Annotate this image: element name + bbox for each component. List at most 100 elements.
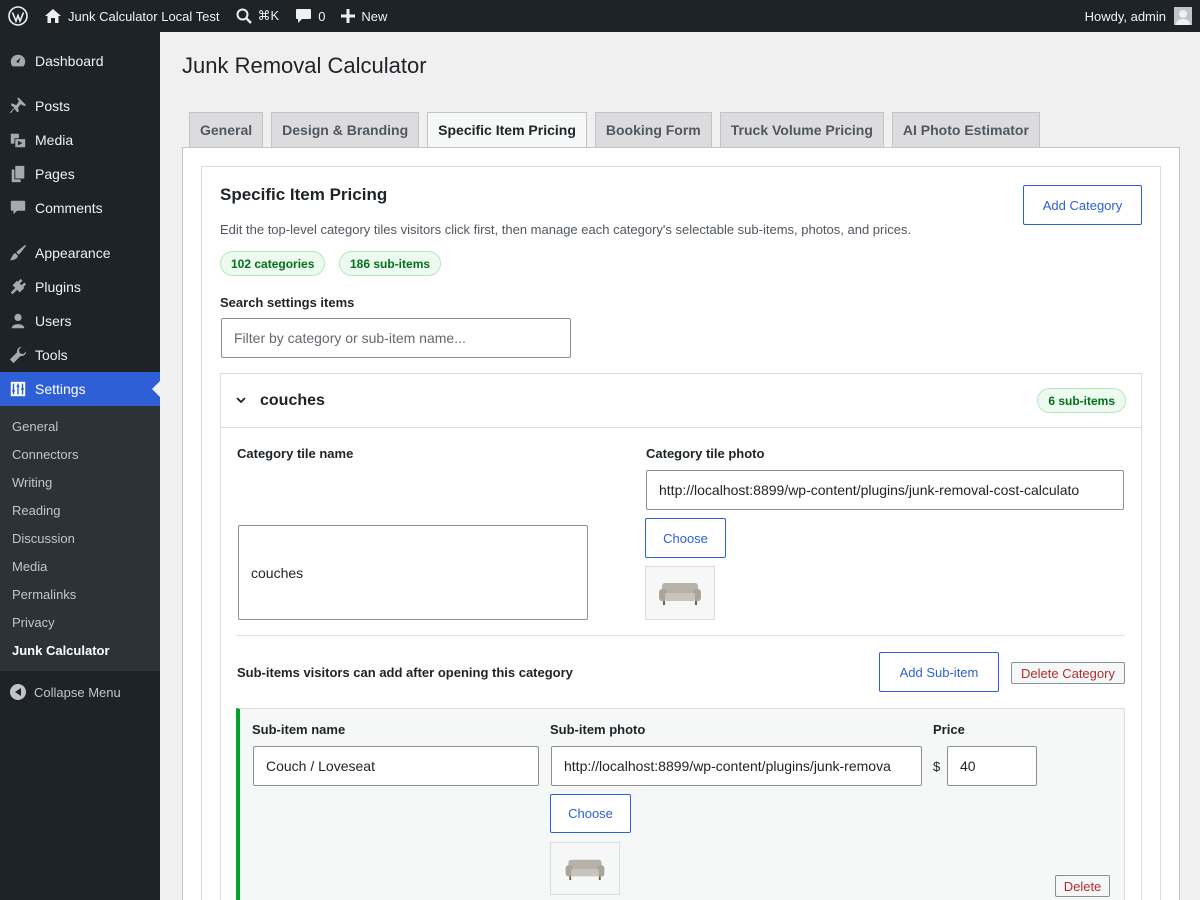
tab-panel: Specific Item Pricing Edit the top-level…	[182, 147, 1180, 900]
delete-category-button[interactable]: Delete Category	[1011, 662, 1125, 684]
add-subitem-button[interactable]: Add Sub-item	[879, 652, 999, 692]
page-title: Junk Removal Calculator	[182, 53, 427, 78]
add-category-button[interactable]: Add Category	[1023, 185, 1142, 225]
search-label: Search settings items	[220, 295, 355, 310]
divider	[236, 635, 1125, 636]
sidebar-item-label: Tools	[35, 347, 68, 363]
avatar	[1174, 7, 1192, 25]
submenu-item-writing[interactable]: Writing	[0, 469, 160, 497]
sidebar-item-dashboard[interactable]: Dashboard	[0, 44, 160, 78]
sidebar-item-appearance[interactable]: Appearance	[0, 236, 160, 270]
sidebar-item-posts[interactable]: Posts	[0, 89, 160, 123]
category-header[interactable]: couches 6 sub-items	[221, 374, 1141, 428]
sidebar-item-label: Posts	[35, 98, 71, 114]
couch-image	[565, 859, 605, 880]
tab-design-branding[interactable]: Design & Branding	[271, 112, 420, 148]
category-card: couches 6 sub-items Category tile name c…	[220, 373, 1142, 900]
comments-count: 0	[318, 8, 326, 24]
subitems-heading: Sub-items visitors can add after opening…	[237, 665, 573, 680]
sidebar-item-media[interactable]: Media	[0, 123, 160, 157]
settings-submenu: General Connectors Writing Reading Discu…	[0, 406, 160, 671]
subitem-name-input[interactable]: Couch / Loveseat	[253, 746, 539, 786]
sidebar-item-users[interactable]: Users	[0, 304, 160, 338]
comment-icon	[10, 200, 26, 215]
sidebar-item-label: Comments	[35, 200, 103, 216]
choose-tile-photo-button[interactable]: Choose	[645, 518, 726, 558]
collapse-menu-button[interactable]: Collapse Menu	[0, 675, 160, 709]
tile-name-label: Category tile name	[237, 446, 354, 461]
wrench-icon	[9, 346, 27, 364]
subitem-photo-label: Sub-item photo	[550, 722, 646, 737]
search-icon	[236, 8, 252, 24]
new-label: New	[361, 8, 388, 24]
tab-booking-form[interactable]: Booking Form	[594, 112, 712, 148]
plugin-icon	[10, 278, 27, 295]
submenu-item-privacy[interactable]: Privacy	[0, 609, 160, 637]
tab-ai-photo-estimator[interactable]: AI Photo Estimator	[891, 112, 1040, 148]
categories-count-badge: 102 categories	[220, 251, 326, 276]
site-name-link[interactable]: Junk Calculator Local Test	[36, 0, 228, 32]
price-label: Price	[933, 722, 965, 737]
chevron-down-icon[interactable]	[236, 395, 246, 405]
plus-icon	[341, 9, 356, 23]
category-subitems-badge: 6 sub-items	[1037, 388, 1126, 413]
sidebar-item-label: Settings	[35, 381, 86, 397]
sidebar-item-tools[interactable]: Tools	[0, 338, 160, 372]
price-input[interactable]: 40	[947, 746, 1037, 786]
admin-sidebar: Dashboard Posts Media Pages Comments App…	[0, 32, 160, 900]
sidebar-item-label: Plugins	[35, 279, 81, 295]
settings-tabs: General Design & Branding Specific Item …	[189, 112, 1040, 149]
main-content: Junk Removal Calculator General Design &…	[160, 32, 1200, 900]
tile-photo-label: Category tile photo	[646, 446, 765, 461]
submenu-item-junk-calculator[interactable]: Junk Calculator	[0, 637, 160, 665]
submenu-item-connectors[interactable]: Connectors	[0, 441, 160, 469]
submenu-item-general[interactable]: General	[0, 413, 160, 441]
subitem-photo-thumbnail	[550, 842, 620, 895]
sidebar-item-plugins[interactable]: Plugins	[0, 270, 160, 304]
submenu-item-reading[interactable]: Reading	[0, 497, 160, 525]
tile-name-input[interactable]: couches	[238, 525, 588, 620]
wordpress-logo-icon[interactable]	[0, 0, 36, 32]
sidebar-item-label: Pages	[35, 166, 75, 182]
tile-photo-thumbnail	[645, 566, 715, 620]
tile-photo-url-input[interactable]: http://localhost:8899/wp-content/plugins…	[646, 470, 1124, 510]
sidebar-item-pages[interactable]: Pages	[0, 157, 160, 191]
subitem-card: Sub-item name Couch / Loveseat Sub-item …	[236, 708, 1125, 900]
subitems-count-badge: 186 sub-items	[339, 251, 442, 276]
brush-icon	[9, 244, 27, 261]
admin-bar: Junk Calculator Local Test ⌘K 0 New Howd…	[0, 0, 1200, 32]
sidebar-item-settings[interactable]: Settings	[0, 372, 160, 406]
new-content-link[interactable]: New	[333, 0, 395, 32]
user-icon	[11, 313, 25, 329]
subitem-photo-url-input[interactable]: http://localhost:8899/wp-content/plugins…	[551, 746, 922, 786]
delete-subitem-button[interactable]: Delete	[1055, 875, 1110, 897]
comment-icon	[296, 9, 312, 23]
media-icon	[10, 133, 26, 148]
settings-icon	[10, 381, 26, 397]
submenu-item-permalinks[interactable]: Permalinks	[0, 581, 160, 609]
dashboard-icon	[10, 54, 26, 67]
section-title: Specific Item Pricing	[220, 185, 388, 204]
couch-image	[659, 583, 701, 605]
sidebar-item-label: Appearance	[35, 245, 111, 261]
specific-item-pricing-section: Specific Item Pricing Edit the top-level…	[201, 166, 1161, 900]
home-icon	[45, 9, 61, 23]
howdy-text: Howdy, admin	[1084, 8, 1166, 24]
tab-general[interactable]: General	[189, 112, 264, 148]
tab-truck-volume-pricing[interactable]: Truck Volume Pricing	[719, 112, 884, 148]
my-account-link[interactable]: Howdy, admin	[1077, 0, 1200, 32]
tab-specific-item-pricing[interactable]: Specific Item Pricing	[427, 112, 587, 149]
choose-subitem-photo-button[interactable]: Choose	[550, 794, 631, 833]
pages-icon	[11, 165, 25, 183]
submenu-item-media[interactable]: Media	[0, 553, 160, 581]
collapse-icon	[10, 684, 26, 700]
submenu-item-discussion[interactable]: Discussion	[0, 525, 160, 553]
subitem-name-label: Sub-item name	[252, 722, 346, 737]
sidebar-item-label: Users	[35, 313, 72, 329]
sidebar-item-label: Dashboard	[35, 53, 104, 69]
comments-link[interactable]: 0	[287, 0, 333, 32]
sidebar-item-comments[interactable]: Comments	[0, 191, 160, 225]
sidebar-item-label: Media	[35, 132, 74, 148]
command-search-button[interactable]: ⌘K	[228, 0, 288, 32]
search-input[interactable]	[221, 318, 571, 358]
